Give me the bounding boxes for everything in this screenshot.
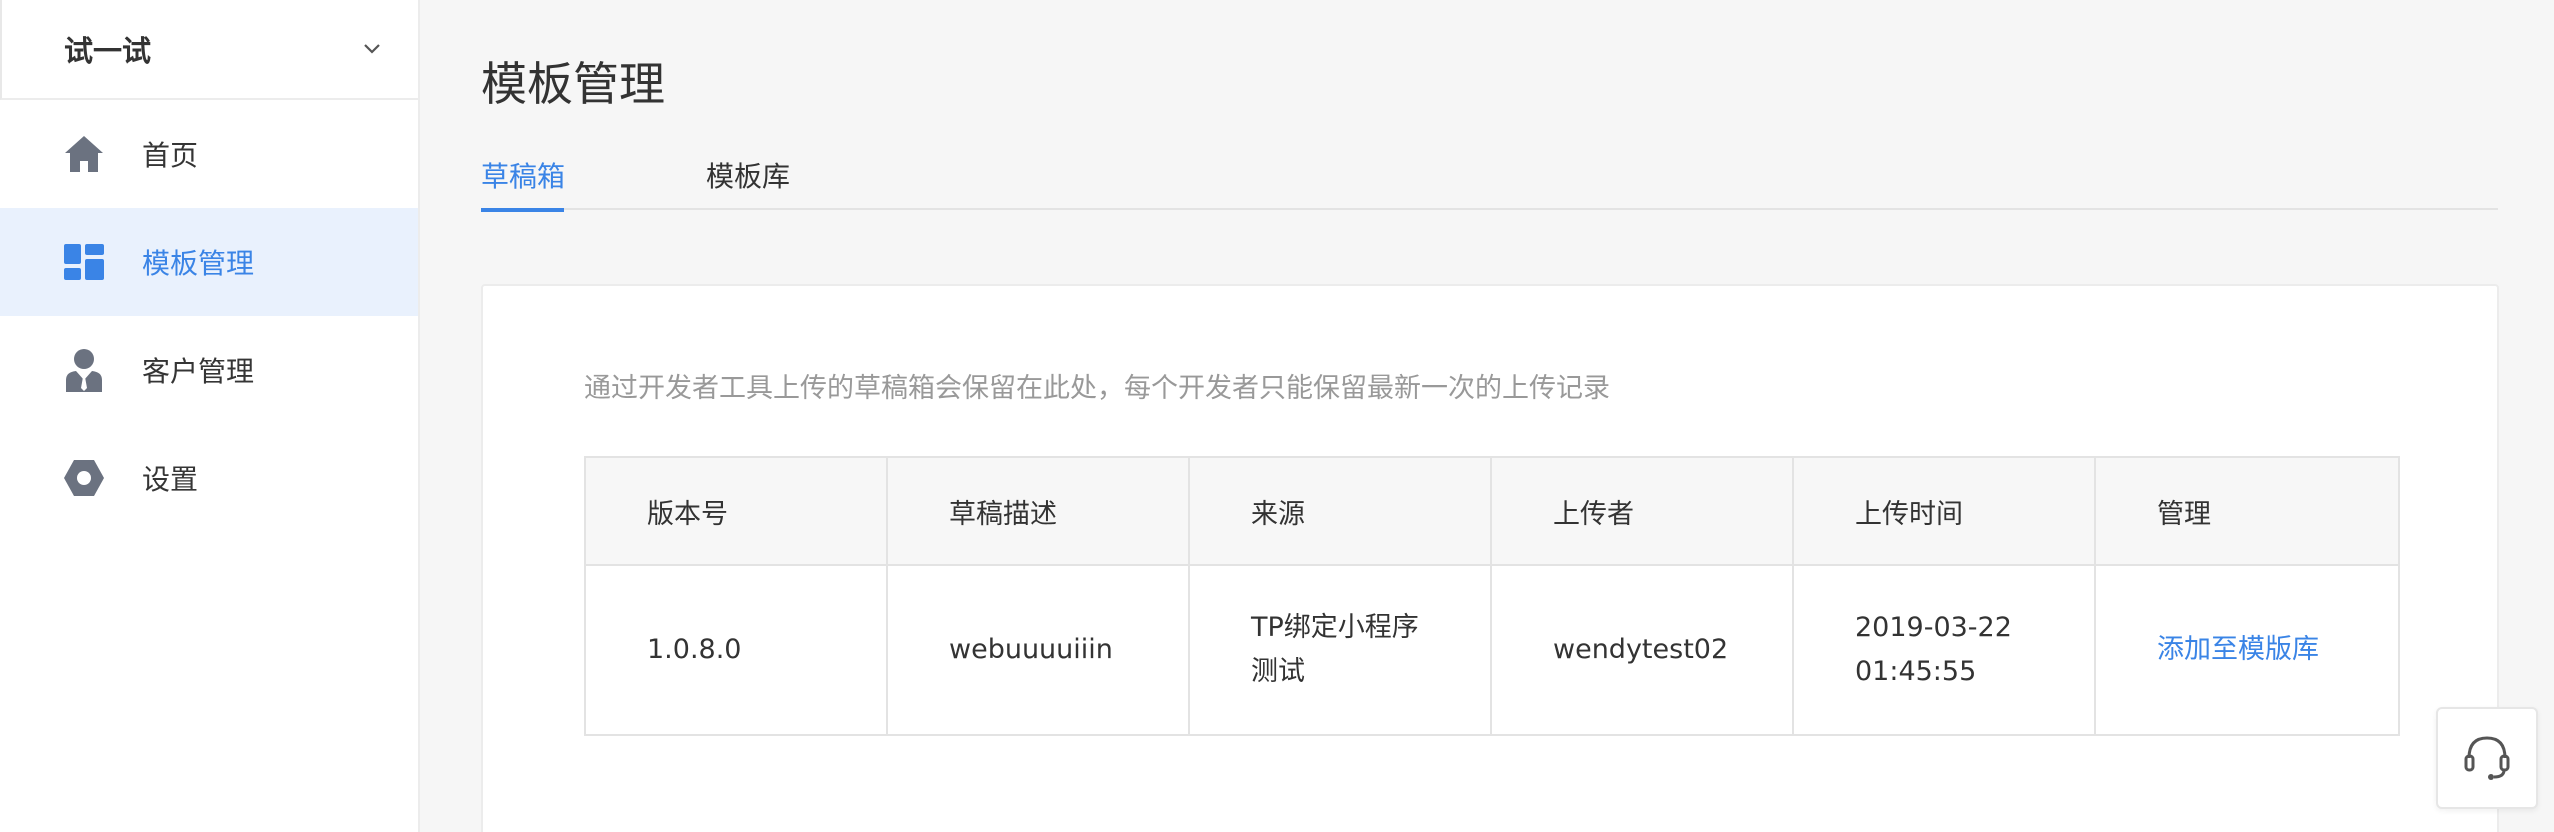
app-name: 试一试 [64, 34, 152, 68]
cell-version: 1.0.8.0 [584, 564, 888, 736]
sidebar-item-home[interactable]: 首页 [0, 100, 418, 208]
dashboard-icon [62, 240, 106, 284]
add-to-library-link[interactable]: 添加至模版库 [2157, 634, 2319, 665]
headset-icon [2462, 730, 2512, 786]
user-icon [62, 348, 106, 392]
drafts-table: 版本号 草稿描述 来源 上传者 上传时间 管理 1.0.8.0 webuuuui… [584, 456, 2400, 736]
source-line1: TP绑定小程序 [1251, 612, 1419, 643]
settings-icon [62, 456, 106, 500]
header-source: 来源 [1188, 456, 1492, 566]
sidebar-nav: 首页 模板管理 客户管理 设置 [0, 100, 418, 532]
sidebar-item-label: 首页 [142, 139, 199, 172]
cell-description: webuuuuiiin [886, 564, 1190, 736]
tab-drafts[interactable]: 草稿箱 [481, 160, 706, 212]
sidebar-item-label: 设置 [142, 463, 199, 496]
header-manage: 管理 [2094, 456, 2400, 566]
header-description: 草稿描述 [886, 456, 1190, 566]
support-button[interactable] [2436, 707, 2538, 809]
sidebar-item-label: 模板管理 [142, 247, 255, 280]
sidebar: 试一试 首页 模板管理 客户管理 设置 [0, 0, 420, 832]
time-clock: 01:45:55 [1855, 656, 1977, 687]
app-switcher[interactable]: 试一试 [0, 0, 418, 100]
tab-template-library[interactable]: 模板库 [706, 160, 790, 210]
app-root: 试一试 首页 模板管理 客户管理 设置 模板管理 草稿箱 模板库 通过开发者工具… [0, 0, 2554, 832]
header-version: 版本号 [584, 456, 888, 566]
drafts-hint: 通过开发者工具上传的草稿箱会保留在此处，每个开发者只能保留最新一次的上传记录 [584, 373, 1610, 404]
chevron-down-icon [358, 35, 386, 63]
sidebar-item-label: 客户管理 [142, 355, 255, 388]
table-row: 1.0.8.0 webuuuuiiin TP绑定小程序 测试 wendytest… [584, 564, 2400, 736]
time-date: 2019-03-22 [1855, 612, 2012, 643]
cell-source: TP绑定小程序 测试 [1188, 564, 1492, 736]
page-title: 模板管理 [481, 57, 665, 111]
drafts-card: 通过开发者工具上传的草稿箱会保留在此处，每个开发者只能保留最新一次的上传记录 版… [481, 284, 2499, 832]
cell-manage: 添加至模版库 [2094, 564, 2400, 736]
table-header-row: 版本号 草稿描述 来源 上传者 上传时间 管理 [584, 456, 2400, 566]
tab-bar: 草稿箱 模板库 [481, 160, 2498, 212]
main-content: 模板管理 草稿箱 模板库 通过开发者工具上传的草稿箱会保留在此处，每个开发者只能… [420, 0, 2554, 832]
sidebar-item-templates[interactable]: 模板管理 [0, 208, 418, 316]
sidebar-item-settings[interactable]: 设置 [0, 424, 418, 532]
header-uploader: 上传者 [1490, 456, 1794, 566]
header-upload-time: 上传时间 [1792, 456, 2096, 566]
cell-upload-time: 2019-03-22 01:45:55 [1792, 564, 2096, 736]
cell-uploader: wendytest02 [1490, 564, 1794, 736]
source-line2: 测试 [1251, 656, 1305, 687]
sidebar-item-customers[interactable]: 客户管理 [0, 316, 418, 424]
home-icon [62, 132, 106, 176]
